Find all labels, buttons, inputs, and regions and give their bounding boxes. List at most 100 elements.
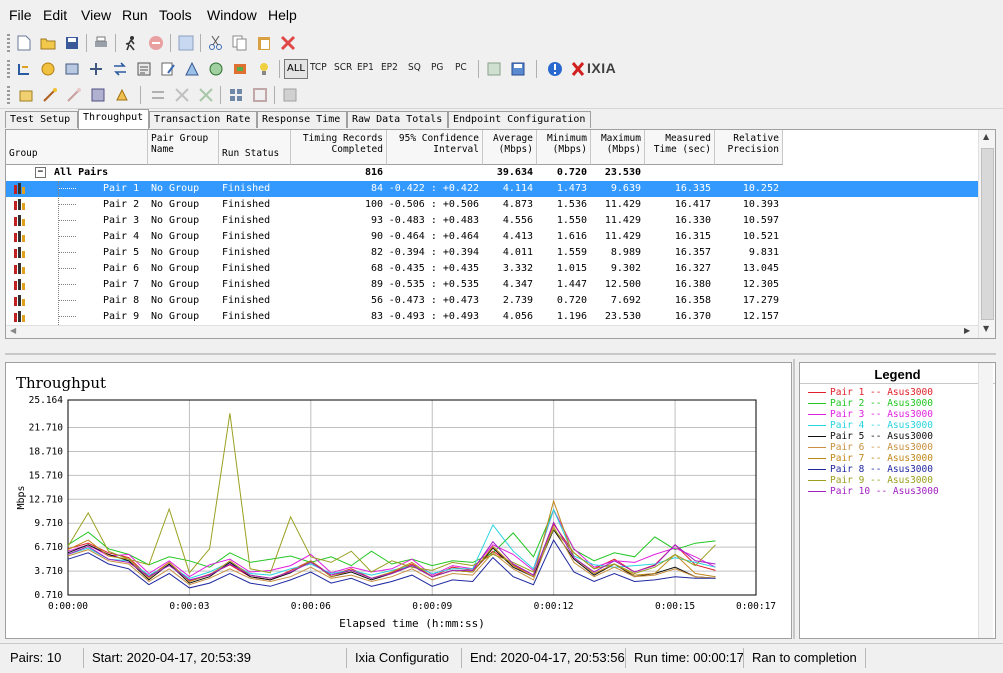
save-icon[interactable]	[62, 33, 82, 53]
table-row[interactable]: Pair 4 No Group Finished 90 -0.464 : +0.464 4…	[6, 229, 978, 245]
col-header-measured-time[interactable]: Measured Time (sec)	[645, 130, 715, 165]
col-header-minimum[interactable]: Minimum (Mbps)	[537, 130, 591, 165]
table-row[interactable]: Pair 8 No Group Finished 56 -0.473 : +0.473 2…	[6, 293, 978, 309]
edit-pair-icon[interactable]	[62, 59, 82, 79]
table-row[interactable]: Pair 7 No Group Finished 89 -0.535 : +0.535 4…	[6, 277, 978, 293]
filter-all-button[interactable]: ALL	[284, 59, 308, 79]
legend-entry[interactable]: Pair 4 -- Asus3000	[808, 420, 933, 431]
table-row[interactable]: Pair 1 No Group Finished 84 -0.422 : +0.422 4…	[6, 181, 978, 197]
filter-ep2-button[interactable]: EP2	[381, 62, 398, 73]
merge-icon[interactable]	[172, 85, 192, 105]
scripts-icon[interactable]	[88, 85, 108, 105]
toolbar-grip[interactable]	[7, 34, 10, 52]
scroll-right-arrow-icon[interactable]: ▶	[964, 326, 970, 335]
grid-vertical-scrollbar[interactable]: ▲ ▼	[978, 130, 995, 338]
hardware-icon[interactable]	[230, 59, 250, 79]
run-icon[interactable]	[121, 33, 141, 53]
copy-icon[interactable]	[230, 33, 250, 53]
rename-pair-icon[interactable]	[86, 59, 106, 79]
filter-pg-button[interactable]: PG	[431, 62, 443, 73]
legend-entry[interactable]: Pair 8 -- Asus3000	[808, 464, 933, 475]
menu-run[interactable]: Run	[122, 7, 148, 23]
filter-sq-button[interactable]: SQ	[408, 62, 421, 73]
col-header-relative-precision[interactable]: Relative Precision	[715, 130, 783, 165]
table-row[interactable]: Pair 3 No Group Finished 93 -0.483 : +0.483 4…	[6, 213, 978, 229]
menu-edit[interactable]: Edit	[43, 7, 67, 23]
throughput-icon[interactable]	[16, 85, 36, 105]
legend-entry[interactable]: Pair 10 -- Asus3000	[808, 486, 939, 497]
filter-tcp-button[interactable]: TCP	[310, 62, 327, 73]
network-icon[interactable]	[206, 59, 226, 79]
menu-view[interactable]: View	[81, 7, 111, 23]
info-bulb-icon[interactable]	[254, 59, 274, 79]
stop-icon[interactable]	[146, 33, 166, 53]
menu-tools[interactable]: Tools	[159, 7, 192, 23]
scroll-left-arrow-icon[interactable]: ◀	[10, 326, 16, 335]
col-header-run-status[interactable]: Run Status	[219, 130, 291, 165]
tab-throughput[interactable]: Throughput	[78, 109, 149, 129]
summary-row[interactable]: − All Pairs 816 39.634 0.720 23.530	[6, 165, 978, 181]
col-header-maximum[interactable]: Maximum (Mbps)	[591, 130, 645, 165]
legend-scrollbar[interactable]	[978, 363, 993, 638]
col-header-pair-group-name[interactable]: Pair Group Name	[148, 130, 219, 165]
script-icon[interactable]	[134, 59, 154, 79]
menu-file[interactable]: File	[9, 7, 32, 23]
add-pair-icon[interactable]	[14, 59, 34, 79]
edit-script-icon[interactable]	[158, 59, 178, 79]
legend-entry[interactable]: Pair 2 -- Asus3000	[808, 398, 933, 409]
paste-icon[interactable]	[254, 33, 274, 53]
export-icon[interactable]	[484, 59, 504, 79]
filter-scr-button[interactable]: SCR	[334, 62, 352, 73]
grid-horizontal-scrollbar[interactable]: ◀ ▶	[6, 325, 978, 338]
scroll-down-arrow-icon[interactable]: ▼	[983, 324, 989, 333]
tab-endpoint-configuration[interactable]: Endpoint Configuration	[448, 111, 591, 128]
split-icon[interactable]	[196, 85, 216, 105]
new-file-icon[interactable]	[14, 33, 34, 53]
layout-icon[interactable]	[226, 85, 246, 105]
info-icon[interactable]	[545, 59, 565, 79]
window-icon[interactable]	[176, 33, 196, 53]
properties-icon[interactable]	[112, 85, 132, 105]
qos-icon[interactable]	[182, 59, 202, 79]
toolbar-grip[interactable]	[7, 60, 10, 78]
tab-response-time[interactable]: Response Time	[257, 111, 347, 128]
print-icon[interactable]	[91, 33, 111, 53]
col-header-group[interactable]: Group	[6, 130, 148, 165]
table-row[interactable]: Pair 2 No Group Finished 100 -0.506 : +0.506…	[6, 197, 978, 213]
swap-endpoints-icon[interactable]	[110, 59, 130, 79]
legend-entry[interactable]: Pair 6 -- Asus3000	[808, 442, 933, 453]
tab-transaction-rate[interactable]: Transaction Rate	[149, 111, 257, 128]
col-header-timing-records[interactable]: Timing Records Completed	[291, 130, 387, 165]
legend-entry[interactable]: Pair 1 -- Asus3000	[808, 387, 933, 398]
col-header-confidence-interval[interactable]: 95% Confidence Interval	[387, 130, 483, 165]
collapse-toggle[interactable]: −	[35, 167, 46, 178]
table-row[interactable]: Pair 5 No Group Finished 82 -0.394 : +0.394 4…	[6, 245, 978, 261]
grid-icon[interactable]	[250, 85, 270, 105]
save-results-icon[interactable]	[508, 59, 528, 79]
pane-splitter[interactable]	[0, 343, 1003, 639]
magic-icon[interactable]	[64, 85, 84, 105]
tab-raw-data-totals[interactable]: Raw Data Totals	[347, 111, 448, 128]
filter-pc-button[interactable]: PC	[455, 62, 467, 73]
tab-test-setup[interactable]: Test Setup	[5, 111, 78, 128]
toolbar-grip[interactable]	[7, 86, 10, 104]
legend-entry[interactable]: Pair 9 -- Asus3000	[808, 475, 933, 486]
delete-icon[interactable]	[278, 33, 298, 53]
refresh-icon[interactable]	[280, 85, 300, 105]
legend-entry[interactable]: Pair 3 -- Asus3000	[808, 409, 933, 420]
table-row[interactable]: Pair 9 No Group Finished 83 -0.493 : +0.493 4…	[6, 309, 978, 325]
cut-icon[interactable]	[206, 33, 226, 53]
filter-ep1-button[interactable]: EP1	[357, 62, 374, 73]
compare-icon[interactable]	[148, 85, 168, 105]
add-multicast-icon[interactable]	[38, 59, 58, 79]
table-row[interactable]: Pair 6 No Group Finished 68 -0.435 : +0.435 3…	[6, 261, 978, 277]
legend-entry[interactable]: Pair 7 -- Asus3000	[808, 453, 933, 464]
open-folder-icon[interactable]	[38, 33, 58, 53]
menu-help[interactable]: Help	[268, 7, 297, 23]
menu-window[interactable]: Window	[207, 7, 257, 23]
scroll-up-arrow-icon[interactable]: ▲	[983, 132, 989, 141]
legend-entry[interactable]: Pair 5 -- Asus3000	[808, 431, 933, 442]
col-header-average[interactable]: Average (Mbps)	[483, 130, 537, 165]
wizard-icon[interactable]	[40, 85, 60, 105]
scroll-thumb[interactable]	[981, 148, 994, 320]
